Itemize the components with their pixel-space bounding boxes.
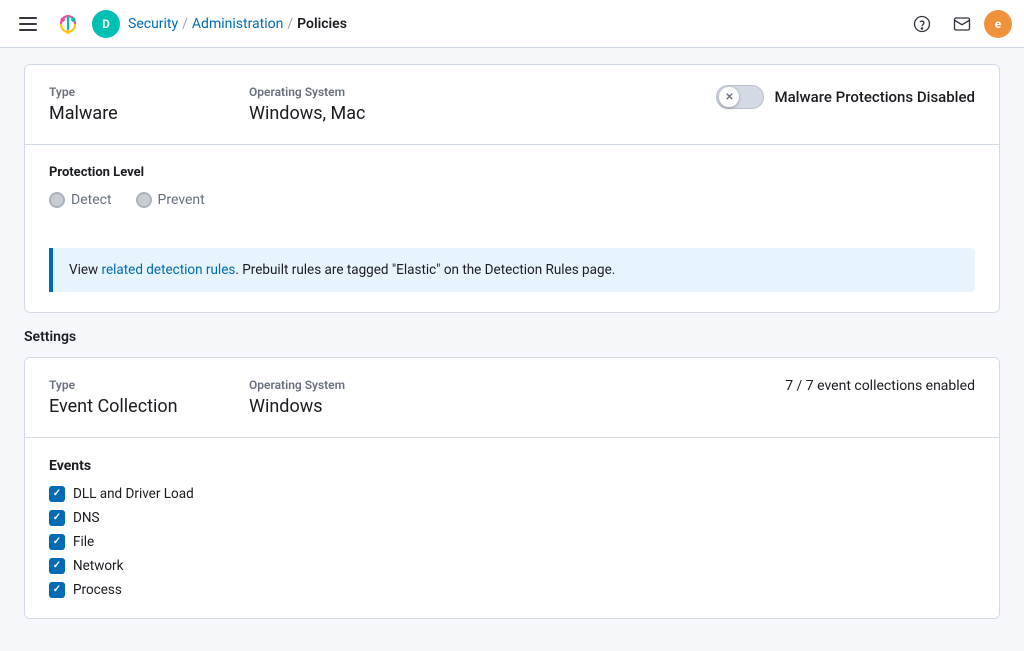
events-label: Events (49, 458, 975, 474)
main-content: Type Malware Operating System Windows, M… (0, 48, 1024, 651)
app-logo (52, 8, 84, 40)
nav-avatar-d[interactable]: D (92, 10, 120, 38)
radio-group: Detect Prevent (49, 192, 975, 208)
breadcrumb-current: Policies (297, 16, 347, 32)
hamburger-icon (19, 29, 37, 31)
event-collection-top: Type Event Collection Operating System W… (25, 358, 999, 437)
checkbox-checked: ✓ (49, 510, 65, 526)
os-value: Windows, Mac (249, 103, 716, 124)
breadcrumb: Security / Administration / Policies (128, 16, 896, 32)
type-column: Type Malware (49, 85, 249, 124)
checkmark-icon: ✓ (53, 489, 61, 499)
event-collection-card: Type Event Collection Operating System W… (24, 357, 1000, 619)
checkbox-item[interactable]: ✓ DNS (49, 510, 975, 526)
mail-button[interactable] (944, 6, 980, 42)
event-os-column: Operating System Windows (249, 378, 785, 417)
checkbox-label: Network (73, 558, 123, 574)
type-label: Type (49, 85, 249, 99)
events-section: Events ✓ DLL and Driver Load ✓ DNS ✓ Fil… (25, 438, 999, 618)
header-actions: e (904, 6, 1012, 42)
toggle-track[interactable]: ✕ (716, 85, 764, 109)
collections-count: 7 / 7 event collections enabled (785, 378, 975, 394)
event-type-label: Type (49, 378, 249, 392)
checkbox-label: File (73, 534, 94, 550)
malware-toggle[interactable]: ✕ (716, 85, 764, 109)
toggle-status-text: Malware Protections Disabled (774, 88, 975, 106)
protection-label: Protection Level (49, 165, 975, 180)
hamburger-button[interactable] (12, 8, 44, 40)
toggle-thumb: ✕ (719, 87, 739, 107)
malware-card-top: Type Malware Operating System Windows, M… (25, 65, 999, 144)
checkmark-icon: ✓ (53, 585, 61, 595)
checkbox-list: ✓ DLL and Driver Load ✓ DNS ✓ File ✓ Net… (49, 486, 975, 598)
detect-radio-circle (49, 192, 65, 208)
info-box: View related detection rules. Prebuilt r… (49, 248, 975, 292)
checkbox-label: Process (73, 582, 122, 598)
checkbox-label: DNS (73, 510, 100, 526)
checkbox-checked: ✓ (49, 582, 65, 598)
checkmark-icon: ✓ (53, 513, 61, 523)
event-type-os-row: Type Event Collection Operating System W… (49, 378, 975, 417)
detection-rules-link[interactable]: related detection rules (102, 262, 236, 278)
checkbox-item[interactable]: ✓ Process (49, 582, 975, 598)
breadcrumb-sep-1: / (182, 16, 188, 32)
prevent-radio[interactable]: Prevent (136, 192, 205, 208)
checkbox-item[interactable]: ✓ File (49, 534, 975, 550)
event-os-label: Operating System (249, 378, 785, 392)
info-section: View related detection rules. Prebuilt r… (25, 228, 999, 312)
breadcrumb-administration[interactable]: Administration (192, 16, 283, 32)
checkbox-item[interactable]: ✓ Network (49, 558, 975, 574)
hamburger-icon (19, 23, 37, 25)
checkbox-label: DLL and Driver Load (73, 486, 194, 502)
checkbox-checked: ✓ (49, 486, 65, 502)
os-label: Operating System (249, 85, 716, 99)
breadcrumb-security[interactable]: Security (128, 16, 178, 32)
os-column: Operating System Windows, Mac (249, 85, 716, 124)
breadcrumb-sep-2: / (287, 16, 293, 32)
prevent-radio-label: Prevent (158, 192, 205, 208)
toggle-x-icon: ✕ (725, 92, 733, 103)
event-type-column: Type Event Collection (49, 378, 249, 417)
toggle-status-col: ✕ Malware Protections Disabled (716, 85, 975, 109)
settings-heading: Settings (24, 329, 1000, 345)
detect-radio[interactable]: Detect (49, 192, 112, 208)
protection-section: Protection Level Detect Prevent (25, 145, 999, 228)
event-type-value: Event Collection (49, 396, 249, 417)
event-os-value: Windows (249, 396, 785, 417)
user-avatar[interactable]: e (984, 10, 1012, 38)
detect-radio-label: Detect (71, 192, 112, 208)
help-button[interactable] (904, 6, 940, 42)
checkmark-icon: ✓ (53, 537, 61, 547)
type-value: Malware (49, 103, 249, 124)
checkmark-icon: ✓ (53, 561, 61, 571)
info-text-after: . Prebuilt rules are tagged "Elastic" on… (235, 262, 615, 278)
checkbox-checked: ✓ (49, 534, 65, 550)
hamburger-icon (19, 17, 37, 19)
info-text-before: View (69, 262, 102, 278)
checkbox-checked: ✓ (49, 558, 65, 574)
app-header: D Security / Administration / Policies e (0, 0, 1024, 48)
checkbox-item[interactable]: ✓ DLL and Driver Load (49, 486, 975, 502)
type-os-row: Type Malware Operating System Windows, M… (49, 85, 975, 124)
prevent-radio-circle (136, 192, 152, 208)
malware-card: Type Malware Operating System Windows, M… (24, 64, 1000, 313)
